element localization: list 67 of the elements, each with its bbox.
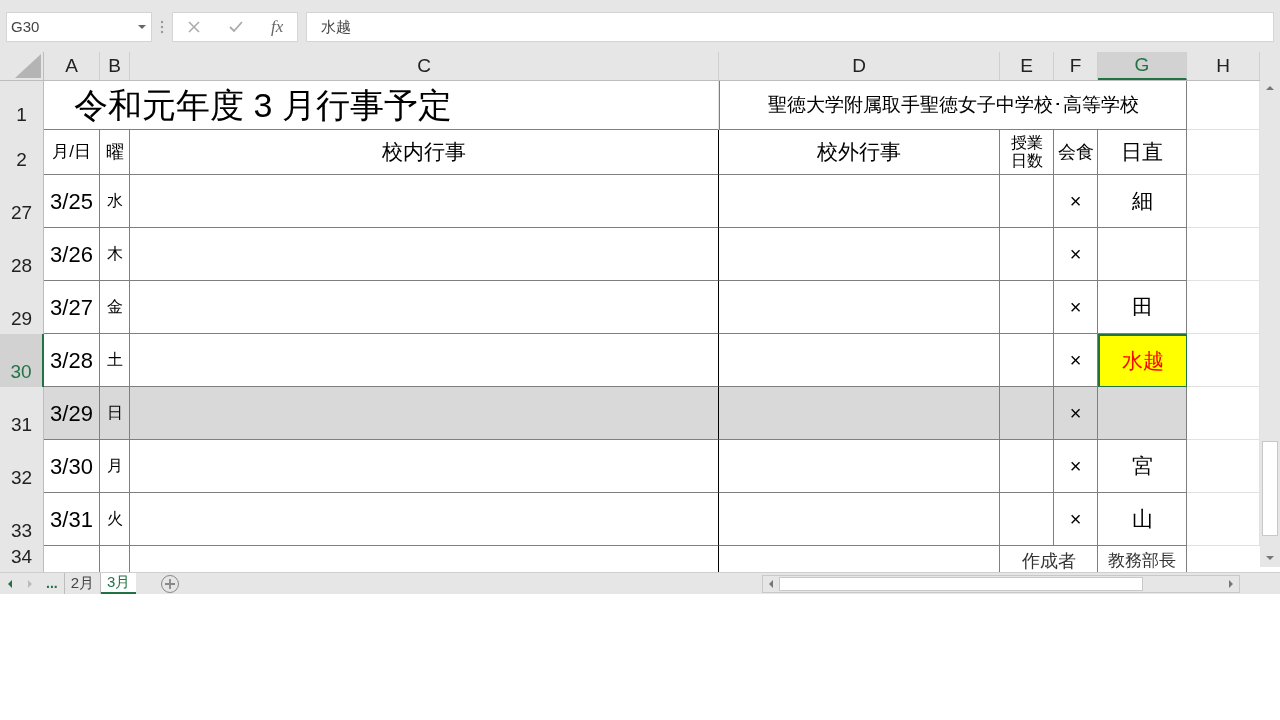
column-header[interactable]: G [1098, 52, 1187, 80]
column-header[interactable]: C [130, 52, 719, 80]
more-options-icon[interactable] [160, 20, 164, 34]
table-cell: 火 [100, 493, 130, 546]
column-header[interactable]: E [1000, 52, 1054, 80]
table-cell: 水 [100, 175, 130, 228]
sheet-title: 令和元年度 3 月行事予定 [74, 84, 452, 126]
table-cell: 金 [100, 281, 130, 334]
table-cell: × [1054, 493, 1098, 546]
row-header[interactable]: 34 [0, 546, 44, 572]
table-cell: 水越 [1098, 334, 1187, 387]
column-heading: 校外行事 [719, 130, 1000, 175]
table-cell: 3/30 [44, 440, 100, 493]
table-cell [1000, 175, 1054, 228]
formula-input-field[interactable]: 水越 [306, 12, 1274, 42]
column-heading: 月/日 [44, 130, 100, 175]
table-cell: 月 [100, 440, 130, 493]
table-cell [1000, 387, 1054, 440]
table-cell: 山 [1098, 493, 1187, 546]
table-cell [1000, 440, 1054, 493]
more-sheets-button[interactable]: ... [40, 573, 65, 594]
table-cell: 日 [100, 387, 130, 440]
vertical-scrollbar[interactable] [1260, 52, 1280, 567]
cancel-icon[interactable] [186, 20, 201, 34]
row-header[interactable]: 31 [0, 387, 44, 440]
table-cell: × [1054, 281, 1098, 334]
name-box[interactable]: G30 [6, 12, 152, 42]
table-cell: 3/27 [44, 281, 100, 334]
table-cell: 3/26 [44, 228, 100, 281]
table-cell: 宮 [1098, 440, 1187, 493]
table-cell: 木 [100, 228, 130, 281]
table-cell: × [1054, 228, 1098, 281]
row-header[interactable]: 32 [0, 440, 44, 493]
table-cell: 3/25 [44, 175, 100, 228]
school-name: 聖徳大学附属取手聖徳女子中学校･高等学校 [719, 81, 1187, 130]
table-cell: 3/29 [44, 387, 100, 440]
insert-function-button[interactable]: fx [271, 14, 284, 40]
row-header[interactable]: 27 [0, 175, 44, 228]
column-heading: 日直 [1098, 130, 1187, 175]
scroll-thumb[interactable] [779, 576, 1144, 591]
row-header[interactable]: 33 [0, 493, 44, 546]
dropdown-caret-icon[interactable] [137, 24, 147, 30]
column-header[interactable]: B [100, 52, 130, 80]
scroll-thumb[interactable] [1262, 440, 1278, 536]
column-heading: 校内行事 [130, 130, 719, 175]
row-header[interactable]: 2 [0, 130, 44, 175]
table-cell: × [1054, 387, 1098, 440]
row-header[interactable]: 29 [0, 281, 44, 334]
column-header[interactable]: A [44, 52, 100, 80]
column-header[interactable]: D [719, 52, 1000, 80]
row-header[interactable]: 1 [0, 81, 44, 130]
row-header[interactable]: 28 [0, 228, 44, 281]
check-icon[interactable] [227, 20, 244, 34]
table-cell: × [1054, 440, 1098, 493]
table-cell [1000, 228, 1054, 281]
horizontal-scrollbar[interactable] [762, 574, 1241, 593]
column-heading: 曜 [100, 130, 130, 175]
table-cell [1000, 493, 1054, 546]
row-header[interactable]: 30 [0, 334, 44, 387]
table-cell: × [1054, 175, 1098, 228]
column-heading: 授業日数 [1000, 130, 1054, 175]
table-cell: 3/31 [44, 493, 100, 546]
add-sheet-icon[interactable] [160, 573, 181, 594]
table-cell [1000, 281, 1054, 334]
table-cell: 細 [1098, 175, 1187, 228]
sheet-tab[interactable]: 3月 [101, 573, 137, 594]
column-heading: 会食 [1054, 130, 1098, 175]
